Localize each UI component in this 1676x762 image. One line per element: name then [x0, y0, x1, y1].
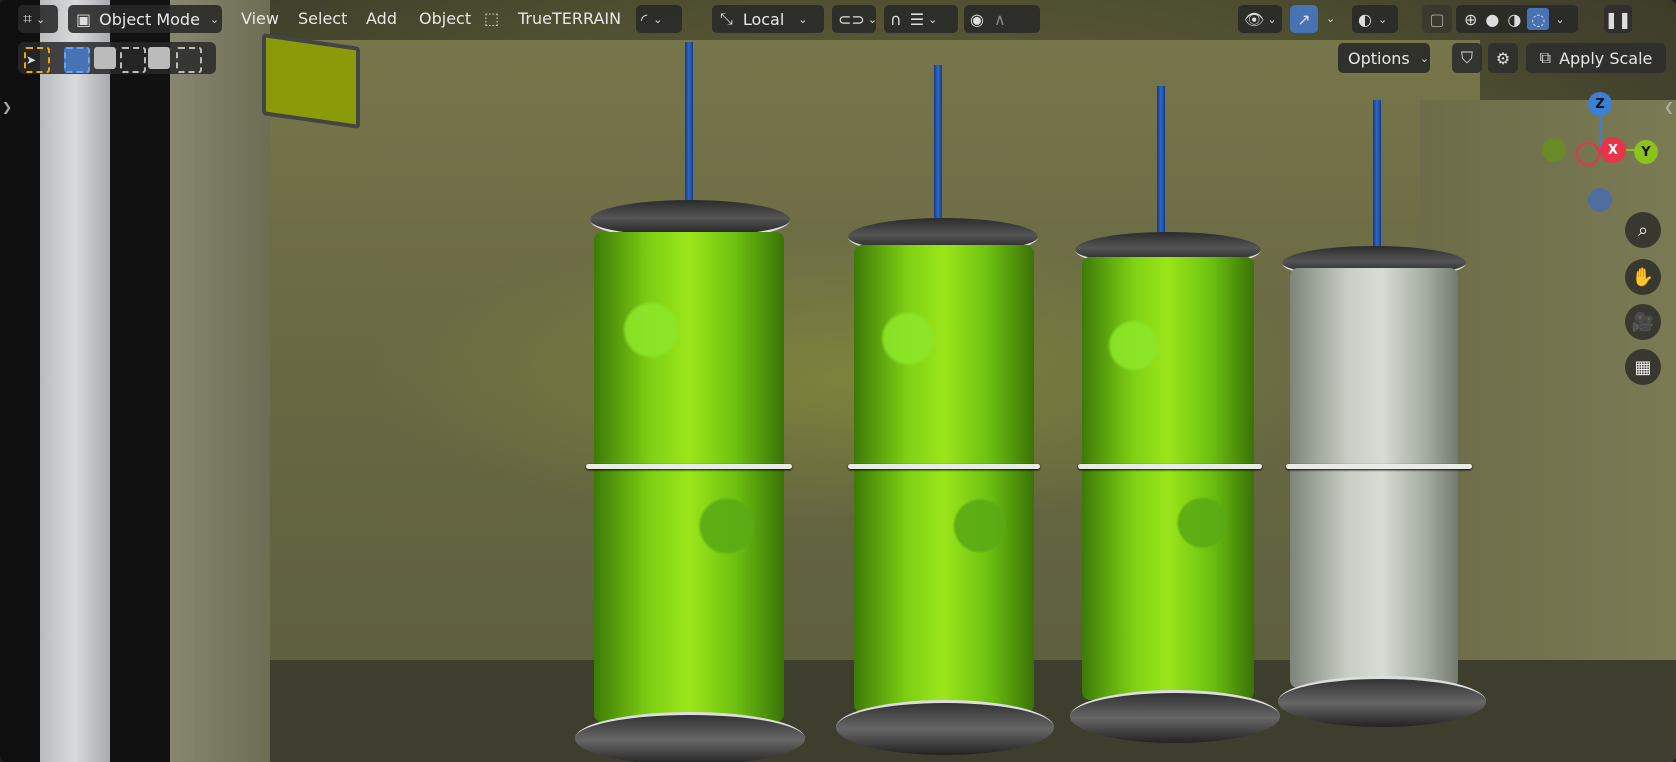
select-new-mode-button[interactable] — [64, 47, 90, 73]
zoom-button[interactable]: ⌕ — [1625, 212, 1661, 248]
menu-object[interactable]: Object — [419, 9, 471, 28]
selection-box-icon: ⬚ — [484, 9, 500, 28]
chevron-down-icon: ⌄ — [867, 12, 878, 26]
scale-icon: ⧉ — [1539, 48, 1552, 67]
orientation-label: Local — [742, 9, 785, 29]
gizmo-toggle-button[interactable]: ↗ — [1290, 5, 1318, 33]
pivot-icon: ⊂⊃ — [838, 9, 865, 29]
pause-icon: ❚❚ — [1604, 9, 1632, 29]
pivot-point-selector[interactable]: ⊂⊃ ⌄ — [832, 5, 878, 33]
menu-view[interactable]: View — [241, 9, 279, 28]
pause-render-button[interactable]: ❚❚ — [1604, 5, 1632, 33]
gizmo-neg-z-axis[interactable] — [1588, 188, 1612, 212]
chevron-down-icon: ⌄ — [209, 12, 220, 26]
chevron-down-icon: ⌄ — [1377, 12, 1388, 26]
chevron-down-icon: ⌄ — [928, 12, 938, 26]
select-invert-mode-button[interactable] — [148, 47, 170, 69]
mode-selector[interactable]: ▣ Object Mode ⌄ — [68, 5, 222, 33]
chevron-down-icon: ⌄ — [1267, 12, 1277, 26]
door-frame-shadow — [110, 0, 170, 762]
chevron-down-icon: ⌄ — [1555, 12, 1565, 26]
snap-magnet-icon[interactable]: ∩ — [890, 10, 902, 29]
snapping-group[interactable]: ∩ ☰ ⌄ — [884, 5, 958, 33]
menu-add[interactable]: Add — [366, 9, 397, 28]
filter-icon: ⛉ — [1460, 48, 1473, 67]
visibility-selector[interactable]: 👁 ⌄ — [1238, 5, 1282, 33]
falloff-icon[interactable]: ∧ — [994, 10, 1006, 29]
terrain-options-dropdown[interactable]: ◜ ⌄ — [636, 5, 682, 33]
options-dropdown[interactable]: Options ⌄ — [1338, 43, 1430, 73]
chevron-down-icon: ⌄ — [653, 12, 663, 26]
left-panel-toggle-icon[interactable]: ❯ — [2, 100, 12, 114]
right-panel-toggle-icon[interactable]: ❮ — [1664, 100, 1674, 114]
camera-view-button[interactable]: 🎥 — [1625, 304, 1661, 340]
wireframe-shading-icon[interactable]: ⊕ — [1464, 10, 1477, 29]
perspective-toggle-button[interactable]: ▦ — [1625, 349, 1661, 385]
shading-mode-group[interactable]: ⊕ ● ◑ ◌ ⌄ — [1456, 5, 1578, 33]
chevron-down-icon: ⌄ — [1419, 51, 1429, 65]
eye-icon: 👁 — [1244, 9, 1265, 29]
apply-scale-label: Apply Scale — [1559, 48, 1653, 68]
wall-monitor — [262, 33, 360, 129]
gizmo-neg-x-axis[interactable] — [1576, 142, 1600, 166]
grid-perspective-icon: ▦ — [1634, 356, 1652, 378]
rendered-shading-icon[interactable]: ◌ — [1527, 8, 1550, 30]
viewport-header: ⌗ ⌄ ▣ Object Mode ⌄ View Select Add Obje… — [0, 0, 1676, 38]
proportional-editing-group[interactable]: ◉ ∧ — [964, 5, 1040, 33]
gear-icon: ⚙ — [1495, 48, 1511, 68]
solid-shading-icon[interactable]: ● — [1485, 10, 1499, 29]
select-extend-mode-button[interactable] — [94, 47, 116, 69]
3d-viewport[interactable]: ❯ ❮ — [0, 0, 1676, 762]
door-frame-light — [40, 0, 110, 762]
select-tool-button[interactable]: ➤ — [24, 47, 50, 73]
overlays-icon: ◐ — [1358, 9, 1372, 29]
chevron-down-icon: ⌄ — [798, 12, 808, 26]
apply-scale-button[interactable]: ⧉ Apply Scale — [1526, 43, 1666, 73]
menu-select[interactable]: Select — [298, 9, 347, 28]
transform-orientation-selector[interactable]: ⤡ Local ⌄ — [712, 5, 824, 33]
snap-increment-icon[interactable]: ☰ — [910, 10, 924, 29]
xray-toggle-button[interactable]: ▢ — [1422, 5, 1452, 33]
mode-label: Object Mode — [99, 9, 200, 29]
gizmo-x-axis[interactable]: X — [1600, 137, 1626, 163]
left-wall — [160, 0, 270, 762]
select-intersect-mode-button[interactable] — [176, 47, 202, 73]
orientation-icon: ⤡ — [720, 9, 733, 28]
gizmo-y-axis[interactable]: Y — [1634, 140, 1658, 164]
gizmo-z-axis[interactable]: Z — [1588, 92, 1612, 116]
gizmo-icon: ↗ — [1297, 9, 1311, 29]
curve-icon: ◜ — [641, 9, 648, 29]
proportional-edit-icon[interactable]: ◉ — [970, 10, 984, 29]
camera-icon: 🎥 — [1631, 311, 1655, 333]
xray-icon: ▢ — [1429, 9, 1445, 29]
zoom-icon: ⌕ — [1637, 219, 1649, 241]
viewport-icon: ⌗ — [23, 9, 33, 28]
pan-hand-icon: ✋ — [1631, 266, 1655, 288]
material-shading-icon[interactable]: ◑ — [1507, 10, 1521, 29]
chevron-down-icon: ⌄ — [36, 12, 46, 26]
trueterrain-menu[interactable]: TrueTERRAIN — [518, 9, 621, 28]
settings-button[interactable]: ⚙ — [1488, 43, 1518, 73]
chevron-down-icon[interactable]: ⌄ — [1326, 12, 1335, 25]
options-label: Options — [1348, 48, 1410, 68]
editor-type-selector[interactable]: ⌗ ⌄ — [18, 5, 58, 33]
door-frame-dark — [0, 0, 40, 762]
overlays-selector[interactable]: ◐ ⌄ — [1352, 5, 1398, 33]
pan-button[interactable]: ✋ — [1625, 259, 1661, 295]
gizmo-neg-y-axis[interactable] — [1542, 138, 1566, 162]
filter-button[interactable]: ⛉ — [1452, 43, 1482, 73]
select-subtract-mode-button[interactable] — [120, 47, 146, 73]
object-mode-icon: ▣ — [76, 9, 92, 29]
cursor-arrow-icon: ➤ — [26, 53, 37, 67]
